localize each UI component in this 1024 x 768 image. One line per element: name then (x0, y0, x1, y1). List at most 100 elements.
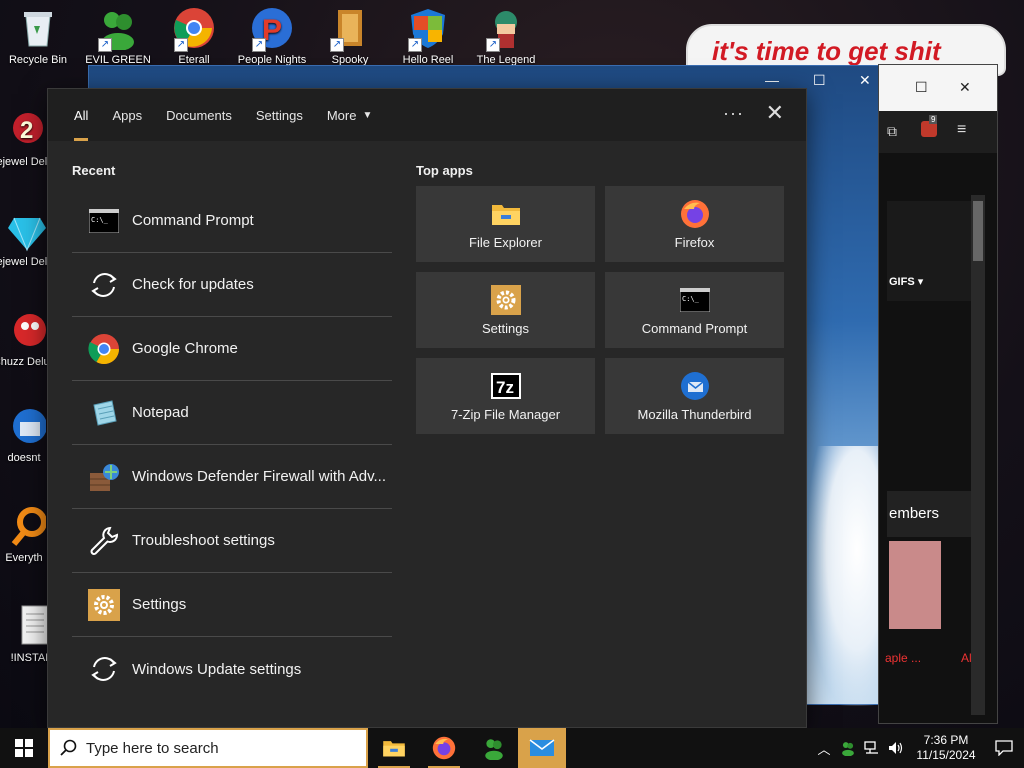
shortcut-arrow-icon: ↗ (174, 38, 188, 52)
members-label: embers (889, 505, 940, 522)
desktop-icon-people-nights[interactable]: P ↗ People Nights (234, 6, 310, 66)
top-app-command-prompt[interactable]: C:\_ Command Prompt (605, 272, 784, 348)
desktop-icon-the-legend[interactable]: ↗ The Legend (468, 6, 544, 66)
maximize-icon[interactable]: ☐ (915, 79, 928, 96)
top-app-settings[interactable]: Settings (416, 272, 595, 348)
top-apps-heading: Top apps (416, 163, 473, 178)
svg-text:2: 2 (20, 117, 33, 144)
chevron-up-icon[interactable]: ︿ (812, 728, 836, 768)
network-icon[interactable] (860, 728, 884, 768)
shield-icon: ↗ (406, 6, 450, 52)
taskbar-mail[interactable] (518, 728, 566, 768)
tab-label: Apps (112, 107, 143, 123)
clock-time: 7:36 PM (923, 733, 969, 747)
search-input[interactable] (86, 739, 336, 757)
firefox-icon (680, 199, 710, 229)
browser-titlebar: ☐ ✕ (879, 65, 997, 111)
tab-more[interactable]: More ▼ (315, 89, 385, 141)
command-prompt-icon: C:\_ (88, 205, 120, 237)
taskbar-firefox[interactable] (420, 728, 468, 768)
gifs-menu[interactable]: GIFS ▾ (889, 275, 923, 288)
close-button[interactable]: ✕ (766, 100, 784, 126)
chevron-down-icon: ▼ (362, 109, 373, 121)
maximize-icon[interactable]: ☐ (813, 72, 826, 89)
system-tray: ︿ 7:36 PM 11/15/2024 (812, 728, 1024, 768)
recent-item-notepad[interactable]: Notepad (72, 381, 392, 445)
desktop-icon-spooky[interactable]: ↗ Spooky (312, 6, 388, 66)
volume-icon[interactable] (884, 728, 908, 768)
chrome-icon (88, 333, 120, 365)
recent-item-command-prompt[interactable]: C:\_ Command Prompt (72, 189, 392, 253)
taskbar-search-box[interactable] (48, 728, 368, 768)
scrollbar-thumb[interactable] (973, 201, 983, 261)
desktop-icon-evil-green[interactable]: ↗ EVIL GREEN (80, 6, 156, 66)
top-app-label: Command Prompt (641, 320, 748, 336)
top-apps-grid: File Explorer Firefox Settings C:\_ Comm… (416, 186, 788, 434)
search-panel: All Apps Documents Settings More ▼ ··· ✕ … (47, 88, 807, 728)
shortcut-arrow-icon: ↗ (252, 38, 266, 52)
cloud-image (809, 446, 889, 706)
thumbnail-caption: aple ... (885, 651, 922, 665)
top-app-label: 7-Zip File Manager (450, 406, 561, 422)
taskbar: ︿ 7:36 PM 11/15/2024 (0, 728, 1024, 768)
tab-label: Settings (255, 107, 303, 123)
svg-text:7z: 7z (496, 378, 514, 397)
desktop-icon-eterall[interactable]: ↗ Eterall (156, 6, 232, 66)
background-browser-window[interactable]: ☐ ✕ ⧉ 9 ≡ GIFS ▾ embers aple ... Al (878, 64, 998, 724)
folder-icon (491, 199, 521, 229)
chat-bubble-icon (995, 740, 1013, 756)
recent-item-label: Windows Defender Firewall with Adv... (132, 468, 386, 485)
top-app-label: Firefox (674, 234, 715, 250)
top-app-firefox[interactable]: Firefox (605, 186, 784, 262)
tab-apps[interactable]: Apps (100, 89, 154, 141)
close-icon[interactable]: ✕ (959, 79, 971, 96)
desktop-icon-recycle-bin[interactable]: Recycle Bin (0, 6, 76, 66)
more-options-button[interactable]: ··· (723, 103, 744, 124)
bejeweled-icon: 2 (2, 108, 46, 152)
recent-item-check-for-updates[interactable]: Check for updates (72, 253, 392, 317)
magnifier-icon (2, 504, 47, 548)
taskbar-people-app[interactable] (470, 728, 518, 768)
svg-text:C:\_: C:\_ (91, 216, 109, 224)
shortcut-arrow-icon: ↗ (486, 38, 500, 52)
search-tabs: All Apps Documents Settings More ▼ (48, 89, 806, 141)
tab-all[interactable]: All (62, 89, 100, 141)
menu-icon[interactable]: ≡ (957, 121, 966, 139)
clock[interactable]: 7:36 PM 11/15/2024 (908, 733, 984, 763)
game-p-icon: P ↗ (250, 6, 294, 52)
recent-item-troubleshoot-settings[interactable]: Troubleshoot settings (72, 509, 392, 573)
gifs-label: GIFS (889, 276, 915, 288)
start-button[interactable] (0, 728, 48, 768)
taskbar-file-explorer[interactable] (370, 728, 418, 768)
people-icon (485, 739, 503, 760)
recent-item-google-chrome[interactable]: Google Chrome (72, 317, 392, 381)
tab-label: More (326, 107, 357, 123)
notification-center-button[interactable] (984, 728, 1024, 768)
mail-icon (529, 739, 555, 756)
firefox-icon (432, 736, 456, 760)
character-icon: ↗ (484, 6, 528, 52)
desktop-icon-hello-reel[interactable]: ↗ Hello Reel (390, 6, 466, 66)
tab-documents[interactable]: Documents (154, 89, 244, 141)
close-icon[interactable]: ✕ (859, 72, 871, 89)
tab-settings[interactable]: Settings (244, 89, 315, 141)
svg-text:C:\_: C:\_ (682, 295, 700, 303)
recent-list: C:\_ Command Prompt Check for updates Go… (72, 189, 392, 701)
top-app-7zip[interactable]: 7z 7-Zip File Manager (416, 358, 595, 434)
browser-scrollbar[interactable] (971, 195, 985, 715)
book-icon: ↗ (328, 6, 372, 52)
gear-icon (490, 284, 521, 315)
top-app-file-explorer[interactable]: File Explorer (416, 186, 595, 262)
extension-icon[interactable]: ⧉ (887, 123, 897, 140)
recent-item-windows-update-settings[interactable]: Windows Update settings (72, 637, 392, 701)
people-tray-icon[interactable] (836, 728, 860, 768)
minimize-icon[interactable]: — (765, 72, 779, 88)
recent-item-label: Troubleshoot settings (132, 532, 275, 549)
thumbnail-image[interactable] (889, 541, 941, 629)
desktop-icon-label: Recycle Bin (8, 54, 68, 66)
bubble-text: it's time to get shit (712, 36, 941, 66)
top-app-thunderbird[interactable]: Mozilla Thunderbird (605, 358, 784, 434)
recent-item-firewall[interactable]: Windows Defender Firewall with Adv... (72, 445, 392, 509)
recent-item-settings[interactable]: Settings (72, 573, 392, 637)
refresh-icon (88, 269, 120, 301)
